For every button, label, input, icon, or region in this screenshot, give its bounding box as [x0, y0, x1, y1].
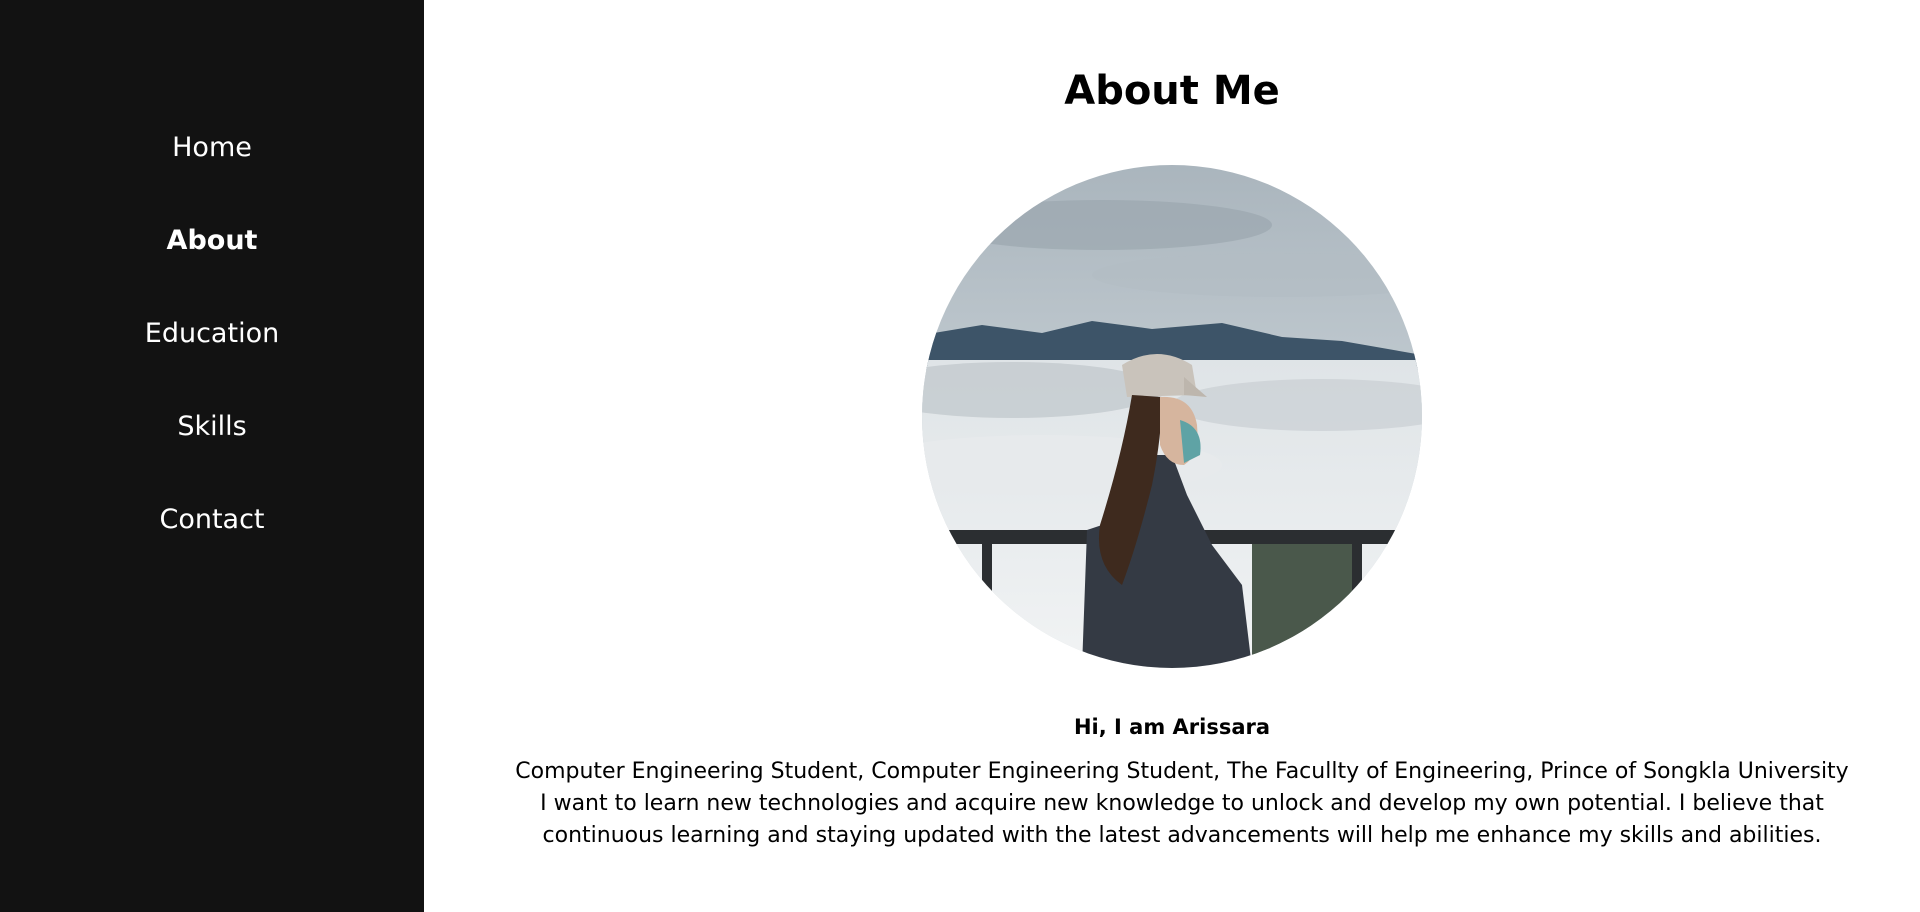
bio-text: Computer Engineering Student, Computer E… — [484, 756, 1880, 852]
profile-photo — [922, 165, 1422, 668]
page-title: About Me — [1064, 68, 1280, 114]
main-content: About Me Hi, I am Arissara Computer Engi… — [424, 0, 1920, 912]
sidebar-item-skills[interactable]: Skills — [0, 406, 424, 499]
bio-line-1: Computer Engineering Student, Computer E… — [515, 759, 1849, 784]
greeting-heading: Hi, I am Arissara — [1073, 715, 1271, 739]
sidebar-nav: Home About Education Skills Contact — [0, 127, 424, 592]
sidebar-item-contact[interactable]: Contact — [0, 499, 424, 592]
sidebar-item-about[interactable]: About — [0, 220, 424, 313]
sidebar: Home About Education Skills Contact — [0, 0, 424, 912]
page-layout: Home About Education Skills Contact Abou… — [0, 0, 1920, 912]
bio-line-2: I want to learn new technologies and acq… — [540, 791, 1824, 848]
sidebar-item-home[interactable]: Home — [0, 127, 424, 220]
sidebar-item-education[interactable]: Education — [0, 313, 424, 406]
profile-photo-image — [922, 165, 1422, 668]
